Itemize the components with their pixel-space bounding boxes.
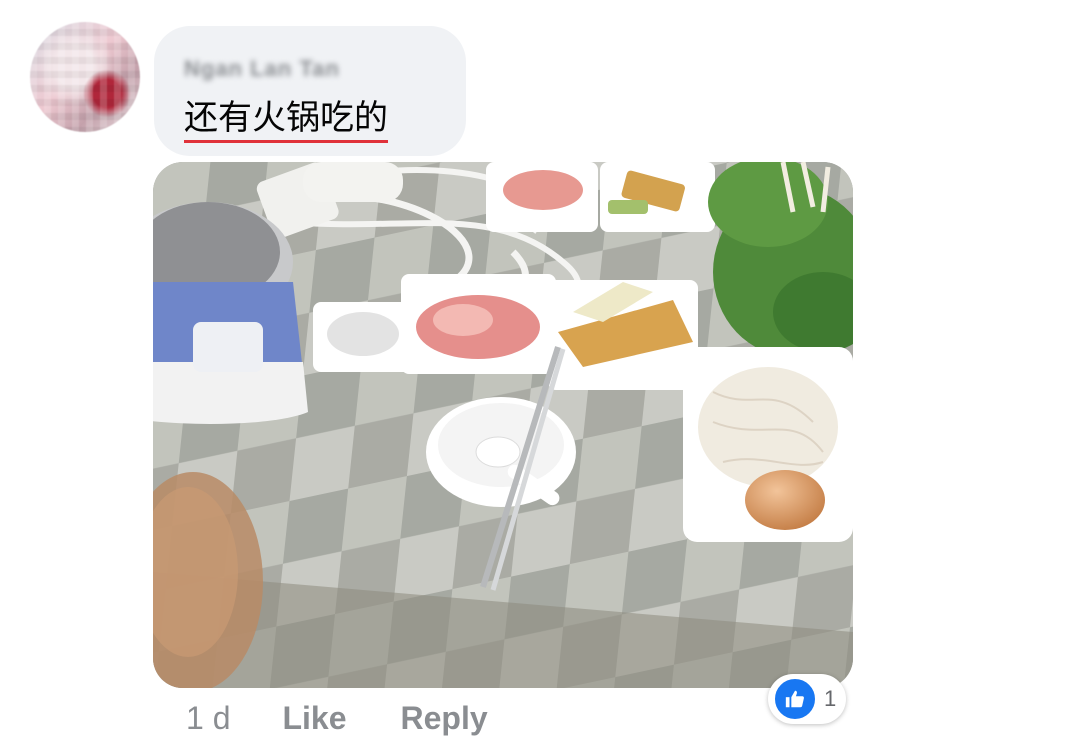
avatar[interactable] [30, 22, 140, 132]
reaction-summary[interactable]: 1 [768, 674, 847, 724]
thumbs-up-icon [772, 676, 818, 722]
comment-thread: Ngan Lan Tan 还有火锅吃的 1 d Like Reply 1 [0, 0, 1080, 750]
comment-photo[interactable] [153, 162, 853, 688]
reaction-count: 1 [824, 686, 837, 711]
comment-bubble: Ngan Lan Tan 还有火锅吃的 [154, 26, 466, 156]
reply-button[interactable]: Reply [401, 700, 488, 737]
comment-actions: 1 d Like Reply [186, 696, 488, 740]
comment-author[interactable]: Ngan Lan Tan [184, 56, 340, 81]
like-button[interactable]: Like [282, 700, 346, 737]
comment-text: 还有火锅吃的 [184, 98, 388, 143]
comment-timestamp[interactable]: 1 d [186, 700, 230, 737]
hotpot-table-photo [153, 162, 853, 688]
